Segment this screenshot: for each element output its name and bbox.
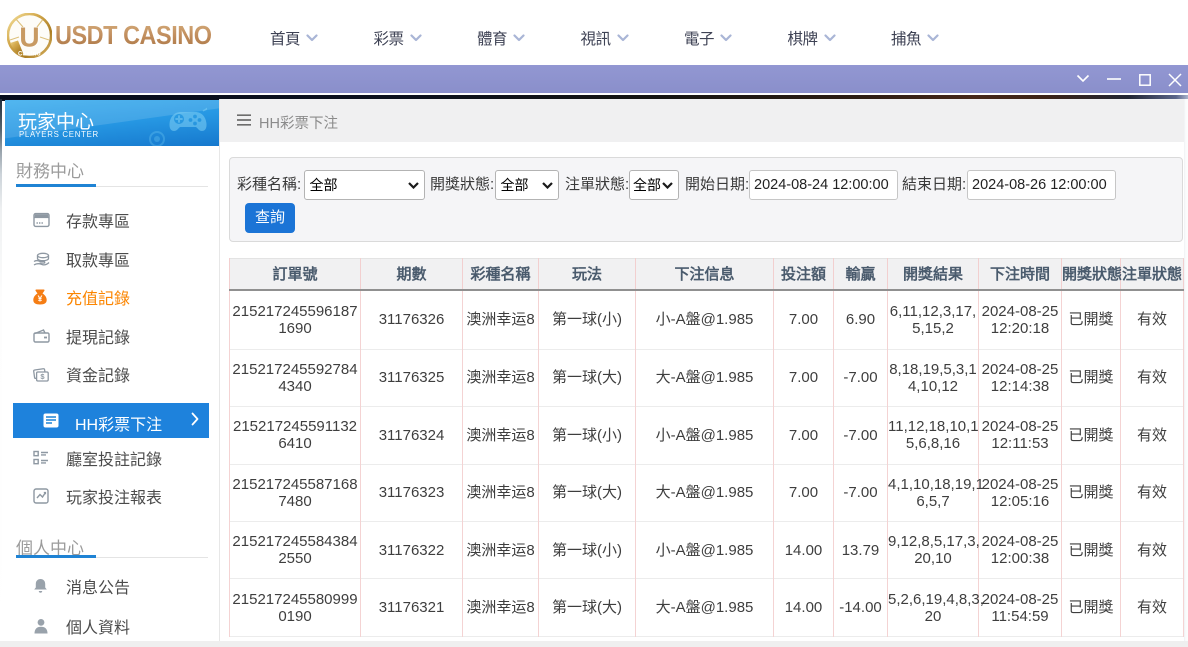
svg-text:U: U (19, 22, 39, 53)
svg-text:¥: ¥ (38, 294, 43, 304)
svg-text:Casino: Casino (18, 52, 41, 58)
